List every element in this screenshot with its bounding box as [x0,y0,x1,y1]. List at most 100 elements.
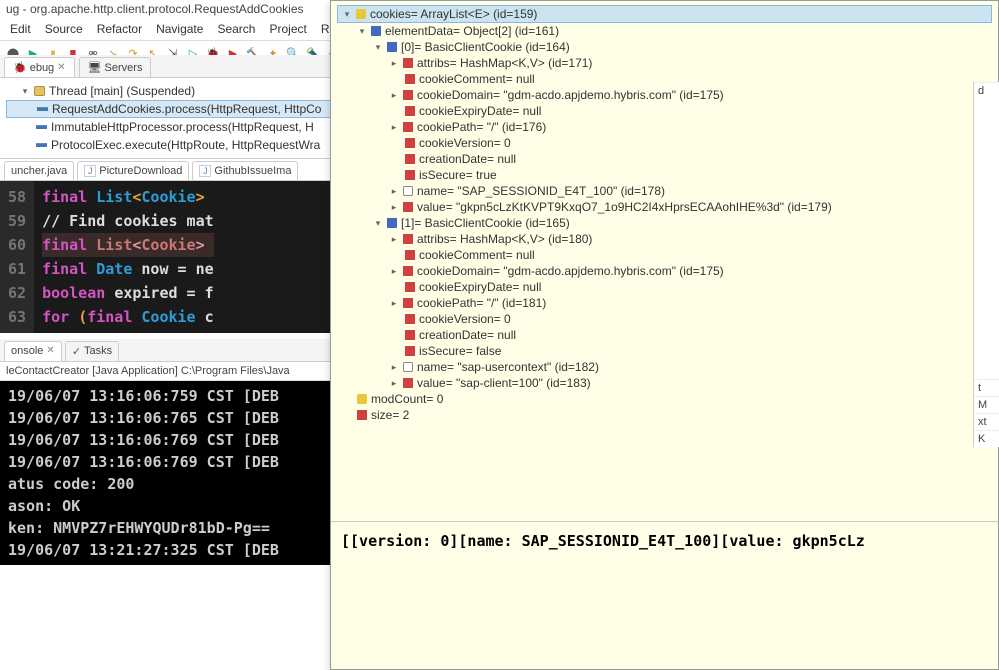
debug-stack: ▾Thread [main] (Suspended) RequestAddCoo… [0,78,350,159]
editor-tab-picture[interactable]: JPictureDownload [77,161,189,180]
var-value[interactable]: ▸value= "sap-client=100" (id=183) [337,375,992,391]
variables-tree[interactable]: ▾cookies= ArrayList<E> (id=159) ▾element… [331,1,998,521]
var-cookiecomment[interactable]: cookieComment= null [337,71,992,87]
private-field-icon [405,138,415,148]
var-cookiedomain[interactable]: ▸cookieDomain= "gdm-acdo.apjdemo.hybris.… [337,87,992,103]
private-field-icon [405,330,415,340]
private-field-icon [405,74,415,84]
tab-console[interactable]: onsole✕ [4,341,62,361]
final-field-icon [403,186,413,196]
console-line: 19/06/07 13:21:27:325 CST [DEB [8,539,342,561]
private-field-icon [403,298,413,308]
private-field-icon [403,266,413,276]
console-line: 19/06/07 13:16:06:759 CST [DEB [8,385,342,407]
var-name[interactable]: ▸name= "SAP_SESSIONID_E4T_100" (id=178) [337,183,992,199]
stack-frame-0[interactable]: RequestAddCookies.process(HttpRequest, H… [6,100,344,118]
private-field-icon [403,234,413,244]
menu-navigate[interactable]: Navigate [150,20,209,38]
private-field-icon [403,202,413,212]
editor-tab-github[interactable]: JGithubIssueIma [192,161,298,180]
tab-tasks[interactable]: ✓Tasks [65,341,119,361]
console-line: 19/06/07 13:16:06:769 CST [DEB [8,451,342,473]
editor-tab-launcher[interactable]: uncher.java [4,161,74,180]
stack-frame-1[interactable]: ImmutableHttpProcessor.process(HttpReque… [6,118,344,136]
var-creationdate[interactable]: creationDate= null [337,151,992,167]
menu-project[interactable]: Project [263,20,312,38]
private-field-icon [403,58,413,68]
private-field-icon [357,410,367,420]
var-value[interactable]: ▸value= "gkpn5cLzKtKVPT9KxqO7_1o9HC2I4xH… [337,199,992,215]
var-item-1[interactable]: ▾[1]= BasicClientCookie (id=165) [337,215,992,231]
menu-search[interactable]: Search [211,20,261,38]
java-file-icon: J [199,165,211,177]
private-field-icon [403,378,413,388]
var-elementdata[interactable]: ▾elementData= Object[2] (id=161) [337,23,992,39]
thread-node[interactable]: ▾Thread [main] (Suspended) [6,82,344,100]
marker[interactable]: t [974,379,999,396]
final-field-icon [403,362,413,372]
menu-refactor[interactable]: Refactor [91,20,148,38]
variable-hover-popup: ▾cookies= ArrayList<E> (id=159) ▾element… [330,0,999,670]
tab-servers[interactable]: 🖥Servers [79,57,152,77]
var-item-0[interactable]: ▾[0]= BasicClientCookie (id=164) [337,39,992,55]
field-icon [371,26,381,36]
stackframe-icon [36,143,47,147]
var-cookies[interactable]: ▾cookies= ArrayList<E> (id=159) [337,5,992,23]
console-output[interactable]: 19/06/07 13:16:06:759 CST [DEB 19/06/07 … [0,381,350,565]
variable-tostring[interactable]: [[version: 0][name: SAP_SESSIONID_E4T_10… [331,522,998,560]
console-launch-info: leContactCreator [Java Application] C:\P… [0,362,350,381]
stackframe-icon [36,125,47,129]
object-icon [356,9,366,19]
marker[interactable]: M [974,396,999,413]
code-line: final List<Cookie> [42,233,214,257]
private-field-icon [405,250,415,260]
stack-frame-2[interactable]: ProtocolExec.execute(HttpRoute, HttpRequ… [6,136,344,154]
var-attribs[interactable]: ▸attribs= HashMap<K,V> (id=171) [337,55,992,71]
console-line: atus code: 200 [8,473,342,495]
menu-edit[interactable]: Edit [4,20,37,38]
var-cookieversion[interactable]: cookieVersion= 0 [337,311,992,327]
var-cookiecomment[interactable]: cookieComment= null [337,247,992,263]
var-issecure[interactable]: isSecure= false [337,343,992,359]
tab-debug[interactable]: 🐞ebug✕ [4,57,75,77]
object-icon [357,394,367,404]
var-creationdate[interactable]: creationDate= null [337,327,992,343]
private-field-icon [405,106,415,116]
var-issecure[interactable]: isSecure= true [337,167,992,183]
close-icon[interactable]: ✕ [57,62,65,73]
private-field-icon [403,90,413,100]
private-field-icon [405,346,415,356]
var-cookieexpiry[interactable]: cookieExpiryDate= null [337,103,992,119]
var-size[interactable]: size= 2 [337,407,992,423]
code-line: final Date now = ne [42,257,214,281]
thread-icon [34,86,45,96]
marker[interactable]: K [974,430,999,447]
code-editor[interactable]: 585960616263 final List<Cookie> // Find … [0,181,350,333]
code-line: boolean expired = f [42,281,214,305]
console-line: 19/06/07 13:16:06:769 CST [DEB [8,429,342,451]
var-cookieversion[interactable]: cookieVersion= 0 [337,135,992,151]
var-cookiedomain[interactable]: ▸cookieDomain= "gdm-acdo.apjdemo.hybris.… [337,263,992,279]
var-modcount[interactable]: modCount= 0 [337,391,992,407]
var-cookiepath[interactable]: ▸cookiePath= "/" (id=176) [337,119,992,135]
var-cookiepath[interactable]: ▸cookiePath= "/" (id=181) [337,295,992,311]
line-gutter: 585960616263 [0,181,34,333]
menu-source[interactable]: Source [39,20,89,38]
console-line: ason: OK [8,495,342,517]
marker[interactable]: xt [974,413,999,430]
var-name[interactable]: ▸name= "sap-usercontext" (id=182) [337,359,992,375]
private-field-icon [405,282,415,292]
stackframe-icon [37,107,48,111]
right-gutter: d t M xt K [973,82,999,447]
marker[interactable]: d [974,82,999,99]
close-icon[interactable]: ✕ [46,345,54,358]
java-file-icon: J [84,165,96,177]
field-icon [387,218,397,228]
var-cookieexpiry[interactable]: cookieExpiryDate= null [337,279,992,295]
private-field-icon [405,314,415,324]
console-line: 19/06/07 13:16:06:765 CST [DEB [8,407,342,429]
var-attribs[interactable]: ▸attribs= HashMap<K,V> (id=180) [337,231,992,247]
private-field-icon [405,154,415,164]
console-line: ken: NMVPZ7rEHWYQUDr81bD-Pg== [8,517,342,539]
private-field-icon [403,122,413,132]
